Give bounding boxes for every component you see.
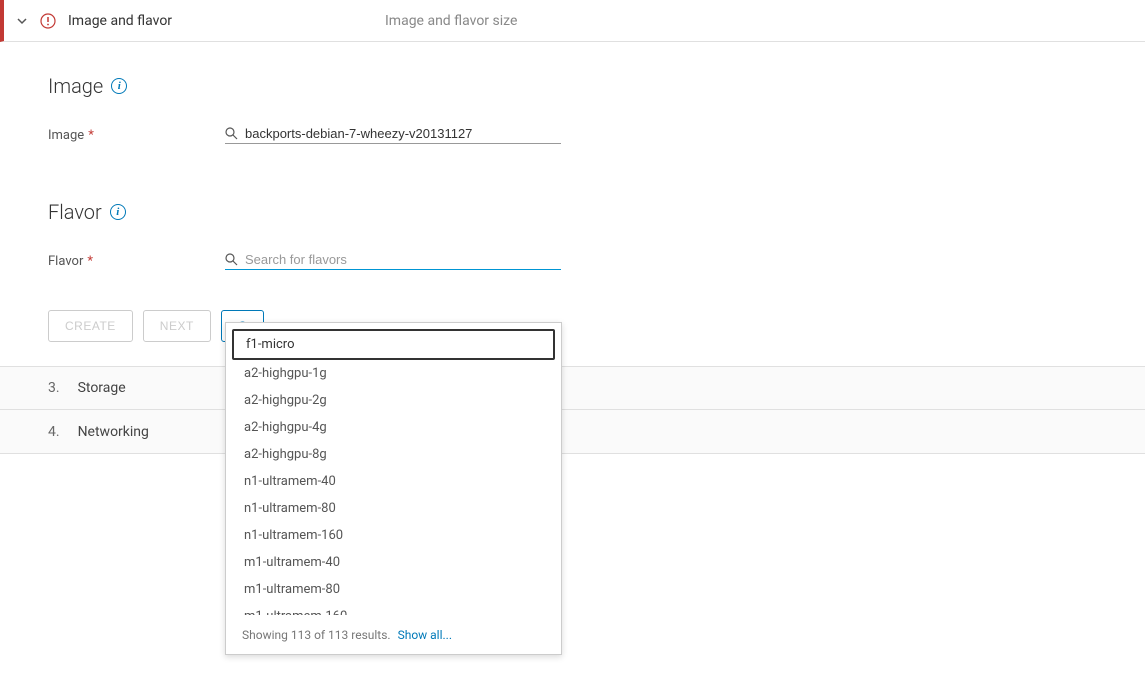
info-icon[interactable]: i: [111, 78, 127, 94]
flavor-section-title: Flavor i: [48, 200, 1145, 224]
chevron-down-icon: [16, 15, 28, 27]
step-subtitle: Image and flavor size: [385, 13, 517, 29]
image-input[interactable]: [245, 126, 561, 141]
results-count: Showing 113 of 113 results.: [242, 628, 391, 642]
step-header[interactable]: Image and flavor Image and flavor size: [0, 0, 1145, 42]
step-storage[interactable]: 3. Storage: [0, 366, 1145, 410]
image-search-field[interactable]: [225, 126, 561, 144]
search-icon: [225, 127, 239, 141]
step-networking[interactable]: 4. Networking: [0, 410, 1145, 454]
flavor-field-row: Flavor*: [48, 252, 1145, 270]
alert-icon: [40, 13, 56, 29]
dropdown-item[interactable]: m1-ultramem-80: [232, 576, 555, 603]
dropdown-item[interactable]: n1-ultramem-160: [232, 522, 555, 549]
image-field-row: Image*: [48, 126, 1145, 144]
step-number: 3.: [48, 380, 60, 396]
step-title: Image and flavor: [68, 13, 172, 29]
dropdown-item[interactable]: a2-highgpu-8g: [232, 441, 555, 468]
flavor-dropdown: f1-micro a2-highgpu-1g a2-highgpu-2g a2-…: [225, 322, 562, 655]
image-title-text: Image: [48, 74, 103, 98]
dropdown-item[interactable]: a2-highgpu-4g: [232, 414, 555, 441]
flavor-label: Flavor*: [48, 254, 225, 269]
create-button[interactable]: CREATE: [48, 310, 133, 342]
flavor-input[interactable]: [245, 252, 561, 267]
content-area: Image i Image* Flavor i Flavor* CREA: [0, 42, 1145, 342]
step-number: 4.: [48, 424, 60, 440]
dropdown-item[interactable]: m1-ultramem-160: [232, 603, 555, 615]
step-name: Networking: [78, 424, 149, 440]
dropdown-item[interactable]: n1-ultramem-80: [232, 495, 555, 522]
image-section-title: Image i: [48, 74, 1145, 98]
flavor-title-text: Flavor: [48, 200, 102, 224]
dropdown-item[interactable]: n1-ultramem-40: [232, 468, 555, 495]
dropdown-footer: Showing 113 of 113 results. Show all...: [226, 615, 561, 654]
search-icon: [225, 253, 239, 267]
step-name: Storage: [78, 380, 126, 396]
dropdown-item[interactable]: a2-highgpu-2g: [232, 387, 555, 414]
dropdown-item[interactable]: a2-highgpu-1g: [232, 360, 555, 387]
button-row: CREATE NEXT C: [48, 310, 1145, 342]
next-button[interactable]: NEXT: [143, 310, 211, 342]
dropdown-list[interactable]: f1-micro a2-highgpu-1g a2-highgpu-2g a2-…: [226, 323, 561, 615]
dropdown-item[interactable]: m1-ultramem-40: [232, 549, 555, 576]
dropdown-item[interactable]: f1-micro: [232, 329, 555, 360]
info-icon[interactable]: i: [110, 204, 126, 220]
image-label: Image*: [48, 128, 225, 143]
flavor-search-field[interactable]: [225, 252, 561, 270]
show-all-link[interactable]: Show all...: [398, 628, 452, 642]
